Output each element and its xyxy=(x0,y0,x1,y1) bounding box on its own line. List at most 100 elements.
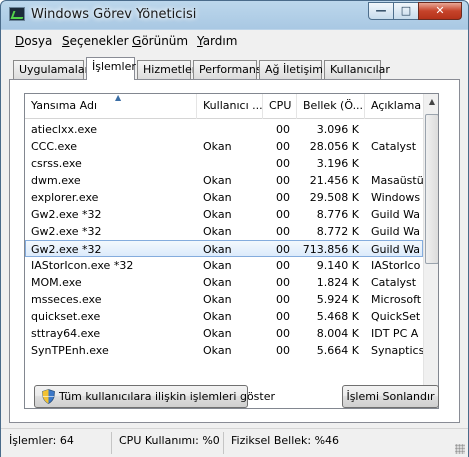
process-name: IAStorIcon.exe *32 xyxy=(31,259,134,272)
table-row-selected[interactable]: Gw2.exe *32 Okan 00 713.856 K Guild Wa xyxy=(25,240,423,257)
window-title: Windows Görev Yöneticisi xyxy=(31,7,197,22)
process-memory: 3.196 K xyxy=(316,157,359,170)
process-name: dwm.exe xyxy=(31,174,81,187)
process-cpu: 00 xyxy=(276,327,290,340)
process-description: Guild Wa xyxy=(371,208,421,221)
process-name: quickset.exe xyxy=(31,310,101,323)
table-row[interactable]: Gw2.exe *32 Okan 00 8.772 K Guild Wa xyxy=(25,223,423,240)
process-user: Okan xyxy=(203,344,232,357)
column-image-name[interactable]: ▲ Yansıma Adı xyxy=(25,94,197,119)
tab-performance[interactable]: Performans xyxy=(193,60,262,79)
process-name: atieclxx.exe xyxy=(31,123,98,136)
status-bar: İşlemler: 64 CPU Kullanımı: %0 Fiziksel … xyxy=(1,428,468,457)
process-memory: 5.924 K xyxy=(316,293,359,306)
process-cpu: 00 xyxy=(276,123,290,136)
process-cpu: 00 xyxy=(276,310,290,323)
title-bar[interactable]: Windows Görev Yöneticisi — □ ✕ xyxy=(1,1,468,29)
menu-view[interactable]: Görünüm xyxy=(132,34,188,48)
status-separator xyxy=(111,432,112,454)
column-description[interactable]: Açıklama xyxy=(365,94,423,119)
close-button[interactable]: ✕ xyxy=(418,2,462,20)
table-row[interactable]: CCC.exe Okan 00 28.056 K Catalyst xyxy=(25,138,423,155)
table-row[interactable]: SynTPEnh.exe Okan 00 5.664 K Synaptics xyxy=(25,342,423,359)
table-row[interactable]: explorer.exe Okan 00 29.508 K Windows xyxy=(25,189,423,206)
column-user-name[interactable]: Kullanıcı ... xyxy=(197,94,263,119)
menu-options[interactable]: Seçenekler xyxy=(62,34,129,48)
process-memory: 1.824 K xyxy=(316,276,359,289)
status-separator xyxy=(223,432,224,454)
list-header: ▲ Yansıma Adı Kullanıcı ... CPU Bellek (… xyxy=(25,94,423,119)
table-row[interactable]: Gw2.exe *32 Okan 00 8.776 K Guild Wa xyxy=(25,206,423,223)
process-list[interactable]: ▲ Yansıma Adı Kullanıcı ... CPU Bellek (… xyxy=(24,93,439,409)
table-row[interactable]: atieclxx.exe 00 3.096 K xyxy=(25,121,423,138)
task-manager-app-icon xyxy=(9,7,25,21)
process-memory: 713.856 K xyxy=(302,243,359,256)
process-name: csrss.exe xyxy=(31,157,82,170)
process-description: Guild Wa xyxy=(371,243,421,256)
process-description: QuickSet xyxy=(371,310,421,323)
table-row[interactable]: sttray64.exe Okan 00 8.004 K IDT PC A xyxy=(25,325,423,342)
process-cpu: 00 xyxy=(276,293,290,306)
process-name: Gw2.exe *32 xyxy=(31,225,102,238)
process-user: Okan xyxy=(203,310,232,323)
process-user: Okan xyxy=(203,174,232,187)
process-user: Okan xyxy=(203,140,232,153)
process-description: Catalyst xyxy=(371,140,417,153)
menu-bar: Dosya Seçenekler Görünüm Yardım xyxy=(1,30,468,52)
process-user: Okan xyxy=(203,225,232,238)
tab-networking[interactable]: Ağ İletişimi xyxy=(259,60,326,79)
process-user: Okan xyxy=(203,259,232,272)
process-memory: 21.456 K xyxy=(309,174,359,187)
table-row[interactable]: csrss.exe 00 3.196 K xyxy=(25,155,423,172)
menu-file[interactable]: Dosya xyxy=(15,34,52,48)
process-description: Catalyst xyxy=(371,276,417,289)
table-row[interactable]: quickset.exe Okan 00 5.468 K QuickSet xyxy=(25,308,423,325)
process-description: Microsoft xyxy=(371,293,422,306)
process-cpu: 00 xyxy=(276,225,290,238)
table-row[interactable]: IAStorIcon.exe *32 Okan 00 9.140 K IASto… xyxy=(25,257,423,274)
menu-help[interactable]: Yardım xyxy=(197,34,237,48)
resize-grip[interactable] xyxy=(455,444,465,454)
process-cpu: 00 xyxy=(276,140,290,153)
process-name: MOM.exe xyxy=(31,276,82,289)
process-description: Windows xyxy=(371,191,421,204)
sort-ascending-icon: ▲ xyxy=(115,94,122,102)
show-all-users-processes-button[interactable]: Tüm kullanıcılara ilişkin işlemleri göst… xyxy=(34,385,275,408)
process-description: Synaptics xyxy=(371,344,423,357)
process-description: IAStorIco xyxy=(371,259,421,272)
status-process-count: İşlemler: 64 xyxy=(9,434,74,447)
scroll-up-icon[interactable]: ▲ xyxy=(425,94,438,110)
column-cpu[interactable]: CPU xyxy=(263,94,297,119)
process-memory: 8.776 K xyxy=(316,208,359,221)
process-description: Masaüstü xyxy=(371,174,423,187)
process-name: Gw2.exe *32 xyxy=(31,243,102,256)
process-memory: 5.664 K xyxy=(316,344,359,357)
process-name: sttray64.exe xyxy=(31,327,101,340)
maximize-button[interactable]: □ xyxy=(393,2,419,20)
table-row[interactable]: msseces.exe Okan 00 5.924 K Microsoft xyxy=(25,291,423,308)
vertical-scrollbar[interactable]: ▲ ▼ xyxy=(423,94,438,408)
table-row[interactable]: dwm.exe Okan 00 21.456 K Masaüstü xyxy=(25,172,423,189)
process-cpu: 00 xyxy=(276,344,290,357)
process-user: Okan xyxy=(203,243,232,256)
process-description: IDT PC A xyxy=(371,327,419,340)
process-memory: 9.140 K xyxy=(316,259,359,272)
process-user: Okan xyxy=(203,276,232,289)
status-cpu-usage: CPU Kullanımı: %0 xyxy=(119,434,220,447)
column-memory[interactable]: Bellek (Ö... xyxy=(297,94,365,119)
process-name: SynTPEnh.exe xyxy=(31,344,109,357)
tab-services[interactable]: Hizmetler xyxy=(137,60,196,79)
process-memory: 8.772 K xyxy=(316,225,359,238)
minimize-button[interactable]: — xyxy=(368,2,394,20)
tab-users[interactable]: Kullanıcılar xyxy=(324,60,390,79)
tab-applications[interactable]: Uygulamalar xyxy=(13,60,89,79)
process-cpu: 00 xyxy=(276,259,290,272)
end-process-button[interactable]: İşlemi Sonlandır xyxy=(342,385,439,408)
process-cpu: 00 xyxy=(276,243,290,256)
process-cpu: 00 xyxy=(276,174,290,187)
scrollbar-thumb[interactable] xyxy=(425,114,438,264)
process-memory: 8.004 K xyxy=(316,327,359,340)
process-user: Okan xyxy=(203,208,232,221)
tab-processes[interactable]: İşlemler xyxy=(86,57,136,80)
table-row[interactable]: MOM.exe Okan 00 1.824 K Catalyst xyxy=(25,274,423,291)
